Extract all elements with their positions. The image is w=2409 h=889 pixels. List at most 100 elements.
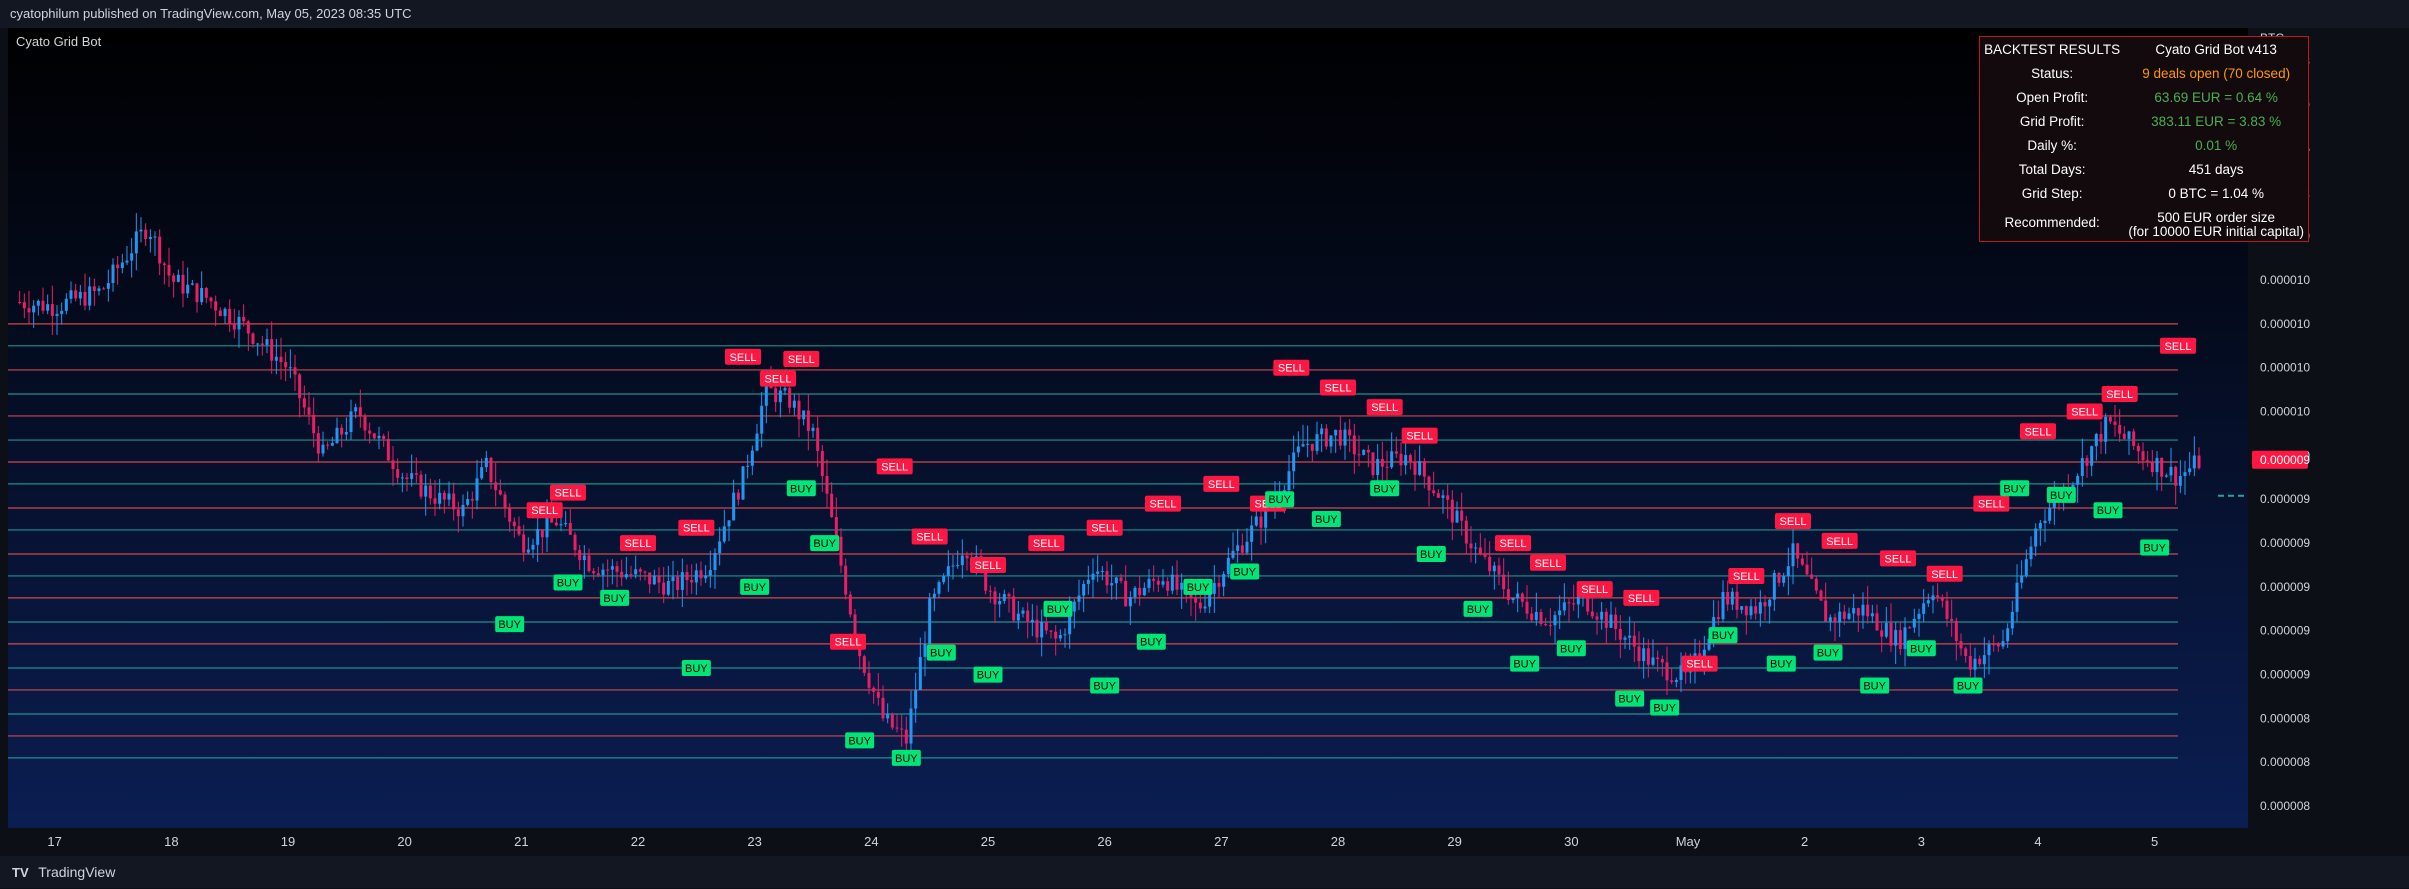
candle-body [643, 571, 647, 573]
buy-signal-label: BUY [1187, 582, 1210, 594]
candle-body [1548, 625, 1552, 627]
candle-body [2178, 475, 2182, 486]
candle-body [774, 388, 778, 403]
candle-body [74, 290, 78, 299]
candle-body [116, 264, 120, 269]
candle-body [410, 473, 414, 479]
candle-body [1721, 592, 1725, 620]
candle-body [274, 356, 278, 361]
candle-body [382, 435, 386, 439]
candle-body [1544, 623, 1548, 626]
sell-signal-label: SELL [975, 560, 1002, 572]
candle-body [1665, 662, 1669, 681]
candle-body [634, 569, 638, 575]
candle-body [1016, 613, 1020, 621]
sell-signal-label: SELL [625, 538, 652, 550]
total-days-label: Total Days: [2018, 161, 2086, 177]
candle-body [1049, 630, 1053, 632]
candle-body [1404, 455, 1408, 466]
candle-body [498, 490, 502, 495]
open-profit-label: Open Profit: [2016, 89, 2089, 105]
candle-body [1600, 611, 1604, 620]
candle-body [1478, 547, 1482, 554]
candle-body [1763, 602, 1767, 607]
candle-body [676, 576, 680, 590]
candle-body [736, 492, 740, 500]
candle-body [1502, 574, 1506, 590]
candle-body [2038, 522, 2042, 529]
candle-body [1287, 471, 1291, 491]
candle-body [904, 729, 908, 744]
buy-signal-label: BUY [685, 663, 708, 675]
candle-body [1460, 510, 1464, 521]
sell-signal-label: SELL [1628, 593, 1655, 605]
buy-signal-label: BUY [1863, 681, 1886, 693]
candle-body [1894, 630, 1898, 646]
candle-body [1147, 578, 1151, 588]
candle-body [237, 316, 241, 330]
chart-area[interactable]: BTC0.000011800.000011600.000011400.00001… [8, 28, 2310, 856]
buy-signal-label: BUY [1268, 494, 1291, 506]
candle-body [88, 286, 92, 306]
candle-body [890, 713, 894, 728]
candle-body [1847, 613, 1851, 619]
candle-body [256, 343, 260, 345]
candle-body [1072, 601, 1076, 612]
candle-body [18, 301, 22, 303]
candle-body [2146, 460, 2150, 463]
candle-body [1870, 613, 1874, 617]
buy-signal-label: BUY [1712, 630, 1735, 642]
candle-body [755, 433, 759, 451]
candle-body [694, 570, 698, 583]
x-tick-label: 29 [1447, 834, 1461, 849]
candle-body [1978, 658, 1982, 665]
y-tick-label: 0.00000860 [2260, 755, 2310, 769]
candle-body [727, 520, 731, 527]
price-chart[interactable]: BTC0.000011800.000011600.000011400.00001… [8, 28, 2310, 856]
candle-body [1366, 449, 1370, 453]
candle-body [1824, 600, 1828, 622]
candle-body [1796, 543, 1800, 559]
candle-body [741, 466, 745, 500]
y-tick-label: 0.00000880 [2260, 711, 2310, 725]
candle-body [321, 444, 325, 454]
buy-signal-label: BUY [848, 735, 871, 747]
candle-body [1128, 597, 1132, 607]
candle-body [284, 362, 288, 368]
candle-body [1898, 630, 1902, 649]
candle-body [1086, 579, 1090, 584]
candle-body [386, 438, 390, 461]
candle-body [601, 569, 605, 576]
candle-body [1511, 598, 1515, 601]
candle-body [928, 598, 932, 644]
candle-body [1819, 590, 1823, 601]
candle-body [181, 274, 185, 294]
candle-body [2020, 575, 2024, 583]
candle-body [354, 407, 358, 412]
candle-body [1674, 679, 1678, 682]
candle-body [937, 582, 941, 594]
candle-body [876, 691, 880, 698]
status-label: Status: [2031, 65, 2074, 81]
candle-body [839, 536, 843, 566]
candle-body [1889, 622, 1893, 646]
candle-body [1492, 565, 1496, 572]
buy-signal-label: BUY [1618, 694, 1641, 706]
candle-body [1572, 603, 1576, 605]
candle-body [610, 566, 614, 570]
candle-body [1805, 564, 1809, 575]
candle-body [1030, 619, 1034, 623]
candle-body [1740, 606, 1744, 610]
candle-body [1418, 461, 1422, 475]
recommended-value: 500 EUR order size (for 10000 EUR initia… [2124, 205, 2308, 239]
sell-signal-label: SELL [1978, 499, 2005, 511]
candle-body [1394, 451, 1398, 454]
candle-body [1422, 461, 1426, 477]
candle-body [442, 492, 446, 500]
candle-body [536, 529, 540, 545]
candle-body [1590, 611, 1594, 617]
candle-body [1982, 655, 1986, 665]
candle-body [1987, 644, 1991, 656]
candle-body [1208, 593, 1212, 607]
candle-body [1861, 604, 1865, 616]
